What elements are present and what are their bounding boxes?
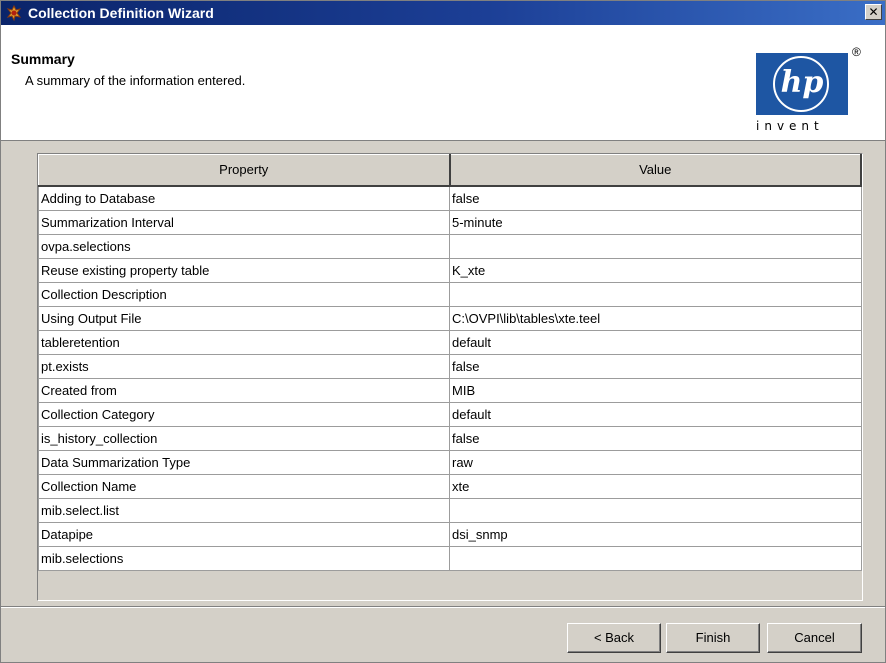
- property-cell: Collection Name: [38, 473, 450, 499]
- value-cell: default: [449, 401, 862, 427]
- wizard-header: Summary A summary of the information ent…: [1, 25, 885, 141]
- property-cell: Adding to Database: [38, 185, 450, 211]
- table-row[interactable]: Created from MIB: [38, 377, 862, 403]
- value-cell: default: [449, 329, 862, 355]
- table-row[interactable]: Collection Description: [38, 281, 862, 307]
- table-row[interactable]: pt.exists false: [38, 353, 862, 379]
- property-cell: Collection Description: [38, 281, 450, 307]
- logo-brand: hp: [780, 65, 824, 100]
- property-cell: mib.selections: [38, 545, 450, 571]
- value-cell: C:\OVPI\lib\tables\xte.teel: [449, 305, 862, 331]
- close-icon[interactable]: ✕: [865, 4, 882, 20]
- summary-table-panel[interactable]: Property Value Adding to Database false S…: [37, 153, 863, 601]
- value-cell: false: [449, 353, 862, 379]
- property-cell: is_history_collection: [38, 425, 450, 451]
- window-title: Collection Definition Wizard: [28, 5, 214, 21]
- table-row[interactable]: Summarization Interval 5-minute: [38, 209, 862, 235]
- title-bar[interactable]: Collection Definition Wizard ✕: [1, 1, 885, 25]
- property-cell: Created from: [38, 377, 450, 403]
- table-row[interactable]: Adding to Database false: [38, 185, 862, 211]
- table-row[interactable]: mib.select.list: [38, 497, 862, 523]
- app-icon: [6, 4, 22, 22]
- value-cell: raw: [449, 449, 862, 475]
- table-row[interactable]: Collection Name xte: [38, 473, 862, 499]
- property-cell: pt.exists: [38, 353, 450, 379]
- registered-mark: ®: [852, 45, 861, 59]
- table-header-row: Property Value: [38, 154, 862, 187]
- hp-logo: hp ® invent: [751, 45, 861, 140]
- finish-button[interactable]: Finish: [666, 623, 760, 653]
- property-cell: mib.select.list: [38, 497, 450, 523]
- property-cell: Collection Category: [38, 401, 450, 427]
- table-row[interactable]: ovpa.selections: [38, 233, 862, 259]
- table-row[interactable]: tableretention default: [38, 329, 862, 355]
- value-cell: dsi_snmp: [449, 521, 862, 547]
- value-cell: false: [449, 425, 862, 451]
- table-row[interactable]: Datapipe dsi_snmp: [38, 521, 862, 547]
- logo-tagline: invent: [756, 119, 824, 133]
- table-row[interactable]: Reuse existing property table K_xte: [38, 257, 862, 283]
- footer-divider: [1, 606, 885, 608]
- page-subtitle: A summary of the information entered.: [25, 73, 246, 88]
- wizard-window: Collection Definition Wizard ✕ Summary A…: [0, 0, 886, 663]
- summary-table: Property Value Adding to Database false S…: [38, 154, 862, 571]
- table-row[interactable]: Using Output File C:\OVPI\lib\tables\xte.…: [38, 305, 862, 331]
- property-cell: Using Output File: [38, 305, 450, 331]
- property-cell: Datapipe: [38, 521, 450, 547]
- value-cell: [449, 233, 862, 259]
- property-cell: ovpa.selections: [38, 233, 450, 259]
- property-cell: tableretention: [38, 329, 450, 355]
- table-row[interactable]: Collection Category default: [38, 401, 862, 427]
- column-header-property[interactable]: Property: [38, 154, 451, 187]
- value-cell: [449, 497, 862, 523]
- table-row[interactable]: Data Summarization Type raw: [38, 449, 862, 475]
- value-cell: 5-minute: [449, 209, 862, 235]
- table-row[interactable]: is_history_collection false: [38, 425, 862, 451]
- property-cell: Summarization Interval: [38, 209, 450, 235]
- property-cell: Data Summarization Type: [38, 449, 450, 475]
- value-cell: K_xte: [449, 257, 862, 283]
- property-cell: Reuse existing property table: [38, 257, 450, 283]
- cancel-button[interactable]: Cancel: [767, 623, 862, 653]
- value-cell: xte: [449, 473, 862, 499]
- value-cell: MIB: [449, 377, 862, 403]
- back-button[interactable]: < Back: [567, 623, 661, 653]
- value-cell: [449, 545, 862, 571]
- value-cell: false: [449, 185, 862, 211]
- table-row[interactable]: mib.selections: [38, 545, 862, 571]
- column-header-value[interactable]: Value: [449, 154, 862, 187]
- page-title: Summary: [11, 51, 75, 67]
- value-cell: [449, 281, 862, 307]
